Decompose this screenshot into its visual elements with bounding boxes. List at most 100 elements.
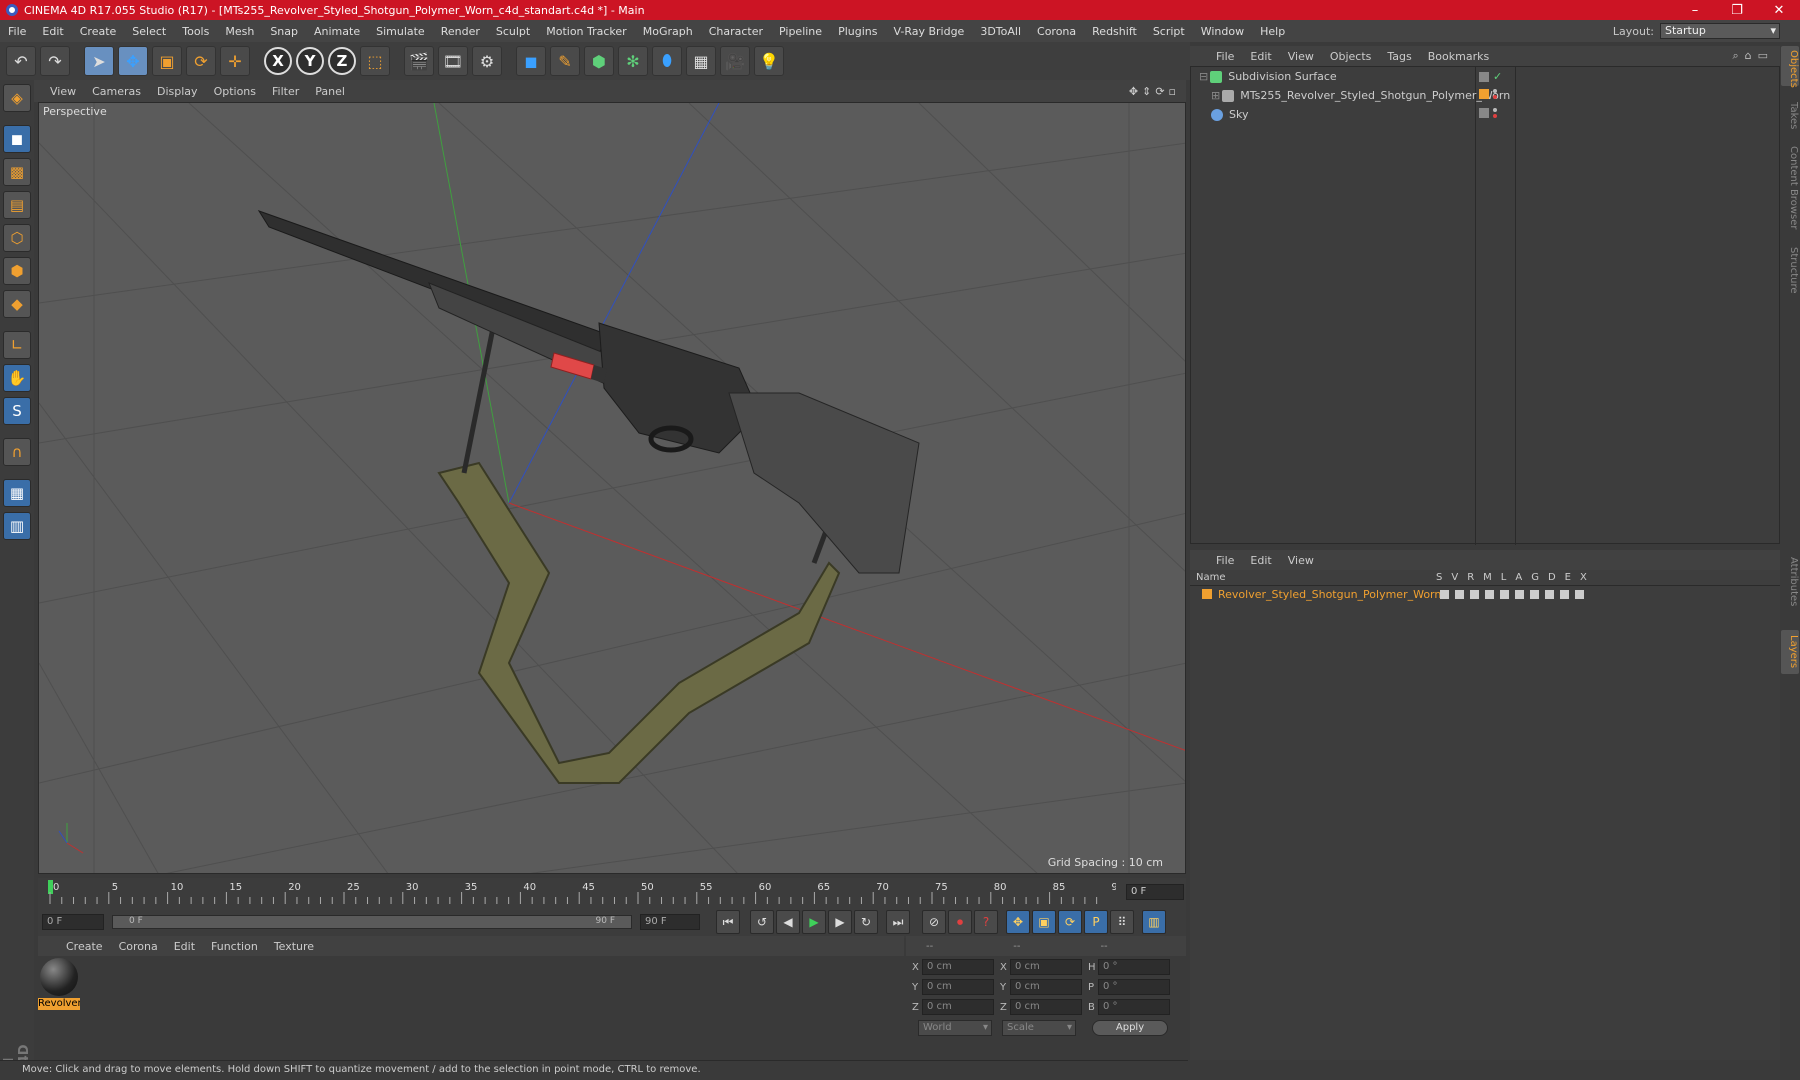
goto-end-icon[interactable]: ⏭ — [886, 910, 910, 934]
magnet-icon[interactable]: ∩ — [3, 438, 31, 466]
coordinate-system-icon[interactable]: ⬚ — [360, 46, 390, 76]
menu-redshift[interactable]: Redshift — [1084, 25, 1145, 38]
redo-icon[interactable]: ↷ — [40, 46, 70, 76]
play-icon[interactable]: ▶ — [802, 910, 826, 934]
make-editable-icon[interactable]: ◈ — [3, 84, 31, 112]
expand-icon[interactable]: ⊞ — [1211, 89, 1220, 102]
layer-col-xref[interactable]: X — [1580, 572, 1587, 583]
menu-plugins[interactable]: Plugins — [830, 25, 885, 38]
autokeying-icon[interactable]: ? — [974, 910, 998, 934]
material-menu-edit[interactable]: Edit — [166, 940, 203, 953]
apply-button[interactable]: Apply — [1092, 1020, 1168, 1036]
planar-workplane-icon[interactable]: ▥ — [3, 512, 31, 540]
layer-col-manager[interactable]: M — [1483, 572, 1492, 583]
viewport-navigation-icons[interactable]: ✥⇕⟳▫ — [1129, 85, 1186, 98]
size-mode-dropdown[interactable]: Scale — [1002, 1020, 1076, 1036]
position-track-icon[interactable]: ✥ — [1006, 910, 1030, 934]
menu-window[interactable]: Window — [1193, 25, 1252, 38]
menu-simulate[interactable]: Simulate — [368, 25, 433, 38]
close-button[interactable]: ✕ — [1758, 3, 1800, 18]
lm-menu-view[interactable]: View — [1280, 554, 1322, 567]
z-axis-lock-icon[interactable]: Z — [328, 47, 356, 75]
y-axis-lock-icon[interactable]: Y — [296, 47, 324, 75]
minimize-button[interactable]: – — [1674, 3, 1716, 18]
timeline-ruler[interactable]: 0 5 10 15 20 25 30 35 40 45 50 55 60 65 70 75 80 85 90 0 F — [38, 878, 1186, 906]
size-x-field[interactable]: 0 cm — [1010, 959, 1082, 975]
menu-snap[interactable]: Snap — [262, 25, 306, 38]
layer-flag-icon[interactable] — [1479, 71, 1489, 82]
tab-takes[interactable]: Takes — [1781, 98, 1799, 132]
viewport-menu-panel[interactable]: Panel — [307, 85, 353, 98]
camera-icon[interactable]: 🎥 — [720, 46, 750, 76]
layer-col-deformers[interactable]: D — [1548, 572, 1556, 583]
material-menu-texture[interactable]: Texture — [266, 940, 322, 953]
coordinate-space-dropdown[interactable]: World — [918, 1020, 992, 1036]
render-settings-icon[interactable]: ⚙ — [472, 46, 502, 76]
menu-script[interactable]: Script — [1145, 25, 1193, 38]
menu-select[interactable]: Select — [124, 25, 174, 38]
tab-attributes[interactable]: Attributes — [1781, 550, 1799, 614]
tab-content-browser[interactable]: Content Browser — [1781, 138, 1799, 238]
subdivision-generator-icon[interactable]: ⬢ — [584, 46, 614, 76]
layout-dropdown[interactable]: Startup — [1660, 23, 1780, 39]
om-menu-objects[interactable]: Objects — [1322, 50, 1380, 63]
om-menu-edit[interactable]: Edit — [1242, 50, 1279, 63]
layer-col-animation[interactable]: A — [1515, 572, 1522, 583]
material-name-label[interactable]: Revolver — [38, 998, 80, 1010]
layer-col-expressions[interactable]: E — [1565, 572, 1571, 583]
menu-sculpt[interactable]: Sculpt — [488, 25, 538, 38]
axis-mode-icon[interactable]: ∟ — [3, 331, 31, 359]
goto-start-icon[interactable]: ⏮ — [716, 910, 740, 934]
end-frame-field[interactable]: 90 F — [640, 914, 700, 930]
menu-edit[interactable]: Edit — [34, 25, 71, 38]
next-frame-icon[interactable]: ▶ — [828, 910, 852, 934]
menu-render[interactable]: Render — [433, 25, 488, 38]
edges-mode-icon[interactable]: ⬢ — [3, 257, 31, 285]
frame-range-slider[interactable]: 0 F 90 F — [112, 915, 632, 929]
menu-3dtoall[interactable]: 3DToAll — [972, 25, 1029, 38]
transform-tool-icon[interactable]: ✛ — [220, 46, 250, 76]
point-level-animation-icon[interactable]: ⠿ — [1110, 910, 1134, 934]
rotation-p-field[interactable]: 0 ° — [1098, 979, 1170, 995]
select-arrow-icon[interactable]: ➤ — [84, 46, 114, 76]
enabled-check-icon[interactable]: ✓ — [1493, 70, 1502, 83]
om-menu-view[interactable]: View — [1280, 50, 1322, 63]
cloner-icon[interactable]: ✻ — [618, 46, 648, 76]
layer-col-generators[interactable]: G — [1531, 572, 1539, 583]
layer-toggle-icons[interactable] — [1440, 589, 1584, 599]
layer-row[interactable]: Revolver_Styled_Shotgun_Polymer_Worn — [1190, 586, 1780, 602]
rotate-tool-icon[interactable]: ⟳ — [186, 46, 216, 76]
menu-help[interactable]: Help — [1252, 25, 1293, 38]
render-view-icon[interactable]: 🎬 — [404, 46, 434, 76]
keyframe-selection-icon[interactable]: ⊘ — [922, 910, 946, 934]
menu-file[interactable]: File — [0, 25, 34, 38]
om-menu-tags[interactable]: Tags — [1379, 50, 1419, 63]
pen-spline-icon[interactable]: ✎ — [550, 46, 580, 76]
x-axis-lock-icon[interactable]: X — [264, 47, 292, 75]
viewport-menu-display[interactable]: Display — [149, 85, 206, 98]
tweak-mode-icon[interactable]: ✋ — [3, 364, 31, 392]
menu-animate[interactable]: Animate — [306, 25, 368, 38]
start-frame-field[interactable]: 0 F — [42, 914, 104, 930]
position-y-field[interactable]: 0 cm — [922, 979, 994, 995]
material-menu-corona[interactable]: Corona — [111, 940, 166, 953]
workplane-mode-icon[interactable]: ▤ — [3, 191, 31, 219]
scale-tool-icon[interactable]: ▣ — [152, 46, 182, 76]
menu-character[interactable]: Character — [701, 25, 771, 38]
cube-primitive-icon[interactable]: ◼ — [516, 46, 546, 76]
light-icon[interactable]: 💡 — [754, 46, 784, 76]
rotation-b-field[interactable]: 0 ° — [1098, 999, 1170, 1015]
collapse-icon[interactable]: ⊟ — [1199, 70, 1208, 83]
om-search-home-icons[interactable]: ⌕⌂▭ — [1732, 49, 1780, 63]
maximize-button[interactable]: ❐ — [1716, 3, 1758, 18]
previous-key-icon[interactable]: ↺ — [750, 910, 774, 934]
menu-corona[interactable]: Corona — [1029, 25, 1084, 38]
previous-frame-icon[interactable]: ◀ — [776, 910, 800, 934]
layer-color-icon[interactable] — [1479, 89, 1489, 99]
object-row-sky[interactable]: Sky — [1191, 105, 1779, 124]
size-z-field[interactable]: 0 cm — [1010, 999, 1082, 1015]
model-mode-icon[interactable]: ◼ — [3, 125, 31, 153]
tab-layers[interactable]: Layers — [1781, 630, 1799, 674]
parameter-track-icon[interactable]: P — [1084, 910, 1108, 934]
lm-menu-file[interactable]: File — [1208, 554, 1242, 567]
